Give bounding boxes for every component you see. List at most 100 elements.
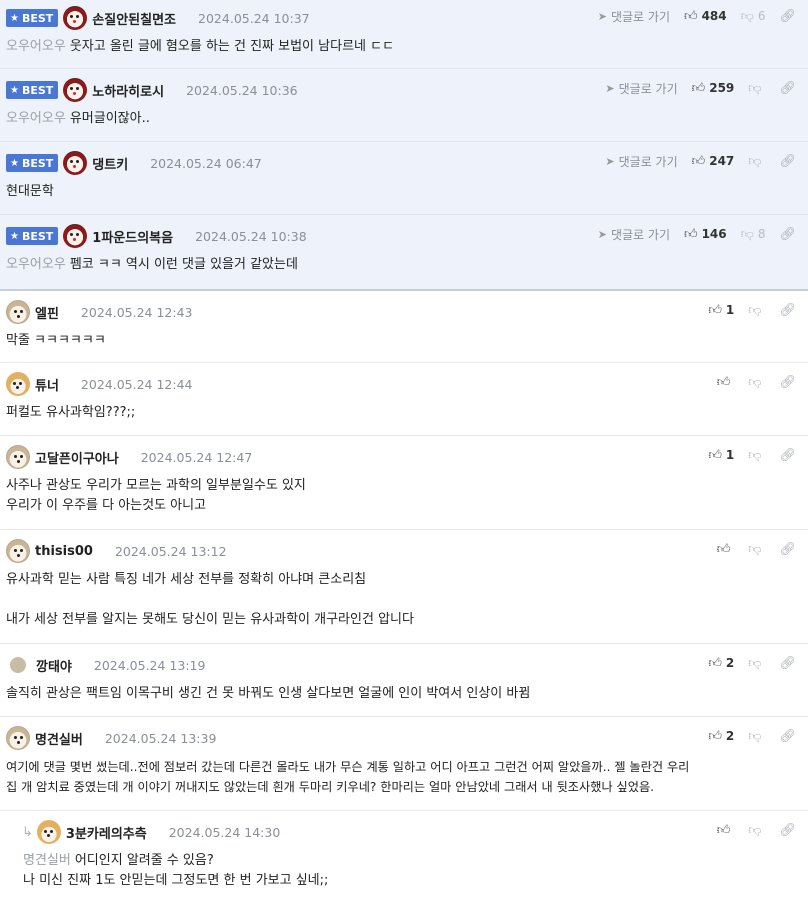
- downvote-button[interactable]: 👎︎: [748, 542, 765, 557]
- nickname[interactable]: 손질안된칠면조: [92, 9, 176, 28]
- comment-header: 명견실버 2024.05.24 13:39: [6, 726, 217, 750]
- avatar[interactable]: [6, 372, 30, 396]
- link-icon[interactable]: 🔗︎: [779, 542, 796, 557]
- avatar[interactable]: [63, 78, 88, 102]
- thumbs-up-icon: 👍︎: [708, 728, 722, 744]
- downvote-button[interactable]: 👎︎ 8: [741, 227, 766, 242]
- quoted-nickname[interactable]: 오우어오우: [6, 257, 66, 272]
- upvote-button[interactable]: 👍︎ 2: [708, 729, 734, 744]
- navigate-arrow-icon: ➤: [605, 154, 615, 168]
- navigate-arrow-icon: ➤: [605, 81, 615, 95]
- nickname[interactable]: 3분카레의추측: [66, 823, 147, 842]
- timestamp: 2024.05.24 14:30: [168, 824, 281, 840]
- nickname[interactable]: 명견실버: [35, 729, 83, 748]
- downvote-button[interactable]: 👎︎ 6: [741, 9, 766, 24]
- avatar[interactable]: [63, 6, 88, 30]
- avatar[interactable]: [63, 224, 88, 248]
- avatar[interactable]: [63, 151, 88, 175]
- comment-text-line: 집 개 암치료 중였는데 개 이야기 꺼내지도 않았는데 흰개 두마리 키우네?…: [6, 780, 655, 794]
- comment-item: 명견실버 2024.05.24 13:39 👍︎ 2 👎︎ 🔗︎ 여기에 댓글 몇…: [0, 717, 808, 811]
- link-icon[interactable]: 🔗︎: [779, 448, 796, 463]
- avatar[interactable]: [6, 726, 30, 750]
- goto-comment-link[interactable]: ➤ 댓글로 가기: [605, 80, 677, 97]
- comment-text-line: 어디인지 알려줄 수 있음?: [74, 853, 214, 868]
- comment-actions: 👍︎ 👎︎ 🔗︎: [717, 540, 796, 558]
- upvote-button[interactable]: 👍︎: [717, 542, 735, 557]
- comment-header: ↳ 3분카레의추측 2024.05.24 14:30: [22, 820, 281, 844]
- downvote-button[interactable]: 👎︎: [748, 154, 765, 169]
- timestamp: 2024.05.24 10:36: [186, 82, 298, 98]
- comment-body: 솔직히 관상은 팩트임 이목구비 생긴 건 못 바꿔도 인생 살다보면 얼굴에 …: [6, 684, 530, 704]
- nickname[interactable]: 튜너: [35, 375, 59, 394]
- timestamp: 2024.05.24 12:44: [80, 376, 193, 392]
- upvote-button[interactable]: 👍︎ 247: [692, 154, 735, 169]
- upvote-button[interactable]: 👍︎ 259: [692, 81, 735, 96]
- quoted-nickname[interactable]: 오우어오우: [6, 111, 66, 126]
- avatar[interactable]: [6, 300, 30, 324]
- downvote-button[interactable]: 👎︎: [748, 81, 765, 96]
- downvote-button[interactable]: 👎︎: [748, 656, 765, 671]
- downvote-button[interactable]: 👎︎: [748, 729, 765, 744]
- comment-text-line: 사주나 관상도 우리가 모르는 과학의 일부분일수도 있지: [6, 478, 306, 493]
- comment-header: ★ BEST 노하라히로시 2024.05.24 10:36: [6, 78, 298, 102]
- nickname[interactable]: 고달픈이구아나: [35, 448, 119, 467]
- avatar[interactable]: [6, 539, 30, 563]
- timestamp: 2024.05.24 13:39: [104, 730, 217, 746]
- comment-body: 명견실버 어디인지 알려줄 수 있음? 나 미신 진짜 1도 안믿는데 그정도면 …: [23, 851, 328, 891]
- downvote-button[interactable]: 👎︎: [748, 823, 765, 838]
- comment-text-line: 내가 세상 전부를 알지는 못해도 당신이 믿는 유사과학이 개구라인건 압니다: [6, 612, 414, 627]
- thumbs-up-icon: 👍︎: [691, 80, 706, 96]
- comment-text: 유머글이잖아..: [69, 111, 150, 126]
- link-icon[interactable]: 🔗︎: [779, 81, 796, 96]
- comment-item: ★ BEST 노하라히로시 2024.05.24 10:36 ➤ 댓글로 가기 👍︎…: [0, 69, 808, 142]
- link-icon[interactable]: 🔗︎: [779, 154, 796, 169]
- nickname[interactable]: 1파운드의복음: [92, 227, 173, 246]
- upvote-button[interactable]: 👍︎ 1: [708, 303, 734, 318]
- nickname[interactable]: 깡태야: [36, 656, 72, 675]
- link-icon[interactable]: 🔗︎: [779, 375, 796, 390]
- comment-text: 솔직히 관상은 팩트임 이목구비 생긴 건 못 바꿔도 인생 살다보면 얼굴에 …: [6, 686, 531, 701]
- upvote-button[interactable]: 👍︎: [717, 823, 735, 838]
- nickname[interactable]: thisis00: [35, 544, 93, 559]
- link-icon[interactable]: 🔗︎: [779, 227, 796, 242]
- downvote-button[interactable]: 👎︎: [748, 448, 765, 463]
- link-icon[interactable]: 🔗︎: [779, 823, 796, 838]
- upvote-button[interactable]: 👍︎ 2: [708, 656, 734, 671]
- nickname[interactable]: 노하라히로시: [92, 81, 164, 100]
- link-icon[interactable]: 🔗︎: [779, 303, 796, 318]
- comment-actions: 👍︎ 2 👎︎ 🔗︎: [708, 727, 796, 745]
- thumbs-up-icon: 👍︎: [716, 374, 731, 390]
- quoted-nickname[interactable]: 오우어오우: [6, 39, 66, 54]
- upvote-button[interactable]: 👍︎ 484: [684, 9, 727, 24]
- star-icon: ★: [10, 12, 19, 24]
- comment-body: 여기에 댓글 몇번 썼는데..전에 점보러 갔는데 다른건 몰라도 내가 무슨 …: [6, 757, 689, 797]
- quoted-nickname[interactable]: 명견실버: [23, 853, 71, 868]
- upvote-button[interactable]: 👍︎: [717, 375, 735, 390]
- thumbs-down-icon: 👎︎: [748, 822, 762, 838]
- upvote-button[interactable]: 👍︎ 1: [708, 448, 734, 463]
- avatar[interactable]: [10, 657, 26, 673]
- nickname[interactable]: 댕트키: [92, 154, 128, 173]
- downvote-button[interactable]: 👎︎: [748, 375, 765, 390]
- avatar[interactable]: [6, 445, 30, 469]
- goto-comment-link[interactable]: ➤ 댓글로 가기: [598, 8, 670, 25]
- comment-header: ★ BEST 1파운드의복음 2024.05.24 10:38: [6, 224, 307, 248]
- nickname[interactable]: 엘핀: [35, 303, 59, 322]
- upvote-button[interactable]: 👍︎ 146: [684, 227, 727, 242]
- comment-text: 펨코 ㅋㅋ 역시 이런 댓글 있을거 같았는데: [69, 257, 298, 272]
- link-icon[interactable]: 🔗︎: [779, 9, 796, 24]
- comment-item: ★ BEST 1파운드의복음 2024.05.24 10:38 ➤ 댓글로 가기 👍…: [0, 215, 808, 291]
- comment-header: 튜너 2024.05.24 12:44: [6, 372, 193, 396]
- thumbs-down-icon: 👎︎: [748, 80, 762, 96]
- comment-body: 현대문학: [6, 182, 54, 202]
- goto-comment-link[interactable]: ➤ 댓글로 가기: [598, 226, 670, 243]
- comment-actions: ➤ 댓글로 가기 👍︎ 247 👎︎ 🔗︎: [605, 152, 796, 170]
- navigate-arrow-icon: ➤: [597, 9, 607, 23]
- thumbs-up-icon: 👍︎: [708, 655, 722, 671]
- link-icon[interactable]: 🔗︎: [779, 729, 796, 744]
- avatar[interactable]: [36, 820, 61, 844]
- link-icon[interactable]: 🔗︎: [779, 656, 796, 671]
- goto-comment-link[interactable]: ➤ 댓글로 가기: [605, 153, 677, 170]
- downvote-button[interactable]: 👎︎: [748, 303, 765, 318]
